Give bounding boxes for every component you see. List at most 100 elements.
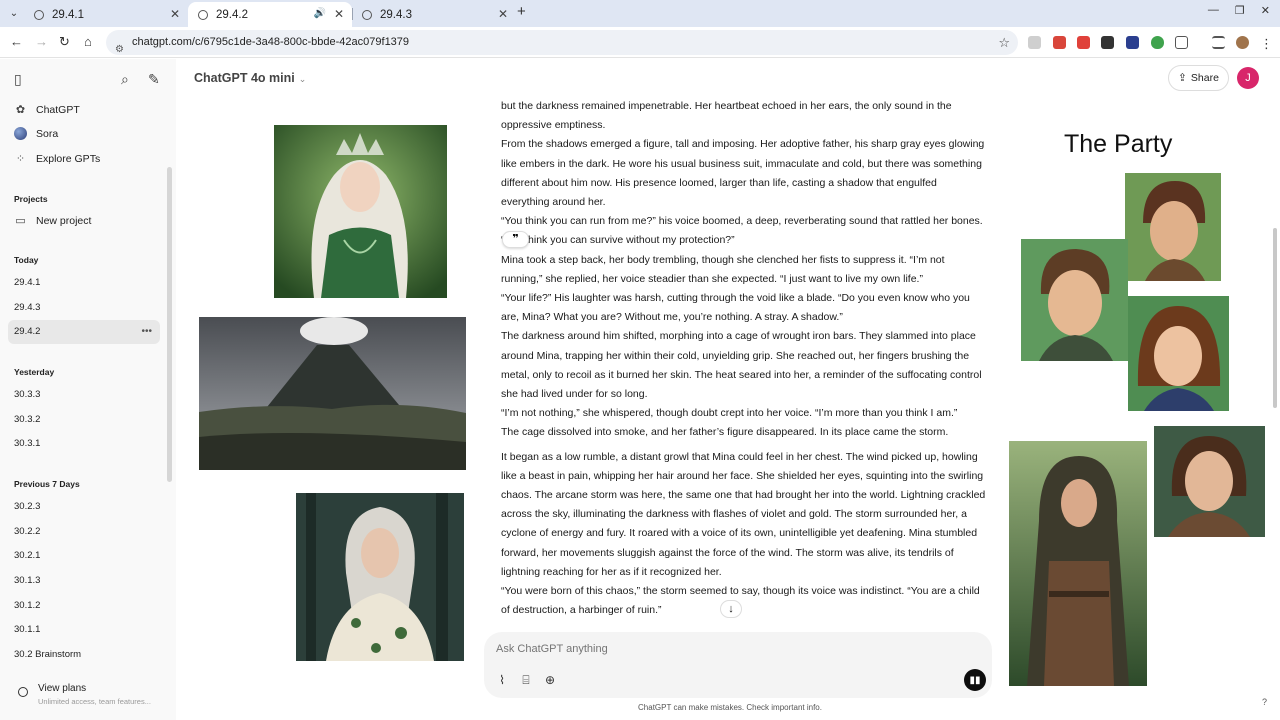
- story-paragraph: The darkness around him shifted, morphin…: [501, 330, 982, 401]
- message-composer: ⌇ ⌸ ⊕ ▮▮: [484, 632, 992, 698]
- close-icon[interactable]: ✕: [170, 7, 180, 21]
- extension-icon[interactable]: [1053, 36, 1066, 49]
- sidebar-toggle-icon[interactable]: ▯: [14, 71, 22, 88]
- yesterday-heading: Yesterday: [14, 367, 55, 377]
- model-selector[interactable]: ChatGPT 4o mini ⌄: [194, 71, 306, 85]
- chat-item[interactable]: 30.3.1: [8, 432, 160, 456]
- party-member-woman-braid-image: [1154, 426, 1265, 537]
- tab-title: 29.4.2: [216, 8, 248, 21]
- tab-title: 29.4.1: [52, 8, 84, 21]
- sidebar-item-chatgpt[interactable]: ✿ ChatGPT: [14, 103, 80, 117]
- chat-item-selected[interactable]: 29.4.2 •••: [8, 320, 160, 344]
- home-icon[interactable]: ⌂: [84, 34, 92, 49]
- extension-icon[interactable]: [1126, 36, 1139, 49]
- sidebar-item-label: Explore GPTs: [36, 152, 101, 165]
- chat-item[interactable]: 30.3.3: [8, 383, 160, 407]
- close-icon[interactable]: ✕: [498, 7, 508, 21]
- sidebar-scrollbar[interactable]: [167, 167, 172, 482]
- restore-icon[interactable]: ❐: [1235, 4, 1245, 17]
- chat-item[interactable]: 30.1.3: [8, 569, 160, 593]
- chat-item[interactable]: 30.2.3: [8, 495, 160, 519]
- chat-item[interactable]: 30.1.2: [8, 594, 160, 618]
- chat-item[interactable]: 30.1.1: [8, 618, 160, 642]
- story-paragraph: It began as a low rumble, a distant grow…: [501, 450, 986, 578]
- sidebar-item-sora[interactable]: Sora: [14, 127, 58, 140]
- tab-search-chevron-icon[interactable]: ⌄: [6, 5, 22, 21]
- extension-icon[interactable]: [1028, 36, 1041, 49]
- story-paragraph: “I’m not nothing,” she whispered, though…: [501, 407, 958, 420]
- story-paragraph: “You think you can run from me?” his voi…: [501, 215, 983, 247]
- story-paragraph: “Your life?” His laughter was harsh, cut…: [501, 292, 970, 324]
- new-project-label: New project: [36, 214, 92, 227]
- grid-icon: ⁘: [15, 153, 26, 165]
- new-chat-icon[interactable]: ✎: [148, 71, 160, 88]
- share-icon: ⇪: [1178, 72, 1187, 84]
- view-plans-label: View plans: [38, 683, 87, 694]
- today-heading: Today: [14, 255, 39, 265]
- bookmark-star-icon[interactable]: ☆: [998, 30, 1010, 55]
- party-member-girl-image: [1128, 296, 1229, 411]
- browser-tab-1[interactable]: 29.4.1 ✕: [24, 2, 188, 27]
- attach-paperclip-icon[interactable]: ⌇: [494, 672, 510, 688]
- profile-icon[interactable]: [1236, 36, 1249, 49]
- shield-extension-icon[interactable]: [1151, 36, 1164, 49]
- share-button[interactable]: ⇪ Share: [1168, 65, 1229, 91]
- chat-item[interactable]: 30.3.2: [8, 408, 160, 432]
- tab-title: 29.4.3: [380, 8, 412, 21]
- main-scrollbar[interactable]: [1273, 228, 1277, 408]
- sidebar: ▯ ⌕ ✎ ✿ ChatGPT Sora ⁘ Explore GPTs Proj…: [0, 59, 176, 720]
- window-controls: — ❐ ✕: [1208, 4, 1270, 17]
- globe-icon: [198, 9, 208, 20]
- puzzle-extensions-icon[interactable]: [1175, 36, 1188, 49]
- quote-icon[interactable]: ❞: [502, 231, 529, 248]
- tab-divider: [352, 8, 353, 20]
- extension-icon[interactable]: [1077, 36, 1090, 49]
- sidebar-item-explore-gpts[interactable]: ⁘ Explore GPTs: [14, 152, 101, 166]
- browser-tab-2[interactable]: 29.4.2 🔊 ✕: [188, 2, 352, 27]
- close-icon[interactable]: ✕: [334, 7, 344, 21]
- voice-mode-icon[interactable]: ▮▮: [964, 669, 986, 691]
- web-search-globe-icon[interactable]: ⊕: [542, 672, 558, 688]
- party-member-young-man-image: [1125, 173, 1221, 281]
- new-project-button[interactable]: ▭ New project: [14, 214, 92, 228]
- party-title: The Party: [1064, 130, 1173, 158]
- sora-icon: [14, 127, 27, 140]
- search-icon[interactable]: ⌕: [121, 71, 129, 88]
- reload-icon[interactable]: ↻: [59, 34, 70, 50]
- back-arrow-icon[interactable]: ←: [10, 34, 23, 49]
- volcano-landscape-image: [199, 317, 466, 470]
- browser-menu-icon[interactable]: ⋮: [1260, 36, 1273, 52]
- model-name: ChatGPT 4o mini: [194, 71, 295, 85]
- chat-item[interactable]: 30.2.2: [8, 520, 160, 544]
- forward-arrow-icon[interactable]: →: [35, 34, 48, 49]
- extension-icon[interactable]: [1101, 36, 1114, 49]
- speaker-icon[interactable]: 🔊: [314, 8, 326, 19]
- scroll-down-arrow-icon[interactable]: ↓: [720, 600, 742, 618]
- view-plans-subtitle: Unlimited access, team features...: [38, 697, 151, 706]
- plans-icon: [18, 687, 28, 697]
- elf-queen-image: [274, 125, 447, 298]
- media-icon[interactable]: [1212, 36, 1225, 49]
- minimize-icon[interactable]: —: [1208, 4, 1219, 17]
- browser-tab-3[interactable]: 29.4.3 ✕: [352, 2, 516, 27]
- help-icon[interactable]: ?: [1262, 697, 1267, 707]
- chat-item[interactable]: 29.4.3: [8, 296, 160, 320]
- close-window-icon[interactable]: ✕: [1261, 4, 1270, 17]
- toolbox-icon[interactable]: ⌸: [518, 672, 534, 688]
- chat-item[interactable]: 30.2 Brainstorm: [8, 643, 160, 667]
- share-label: Share: [1190, 72, 1219, 84]
- elf-lord-image: [296, 493, 464, 661]
- chat-item[interactable]: 29.4.1: [8, 271, 160, 295]
- new-tab-plus-icon[interactable]: +: [517, 3, 526, 20]
- chat-item[interactable]: 30.2.1: [8, 544, 160, 568]
- chat-item-label: 29.4.2: [14, 326, 41, 337]
- previous-7-days-heading: Previous 7 Days: [14, 479, 80, 489]
- story-paragraph: From the shadows emerged a figure, tall …: [501, 138, 985, 209]
- story-paragraph: “You were born of this chaos,” the storm…: [501, 585, 980, 617]
- more-options-icon[interactable]: •••: [141, 320, 152, 344]
- globe-icon: [34, 9, 44, 20]
- url-text: chatgpt.com/c/6795c1de-3a48-800c-bbde-42…: [132, 36, 410, 48]
- avatar[interactable]: J: [1237, 67, 1259, 89]
- url-field[interactable]: ⚙ chatgpt.com/c/6795c1de-3a48-800c-bbde-…: [106, 30, 1018, 55]
- prompt-input[interactable]: [496, 640, 896, 658]
